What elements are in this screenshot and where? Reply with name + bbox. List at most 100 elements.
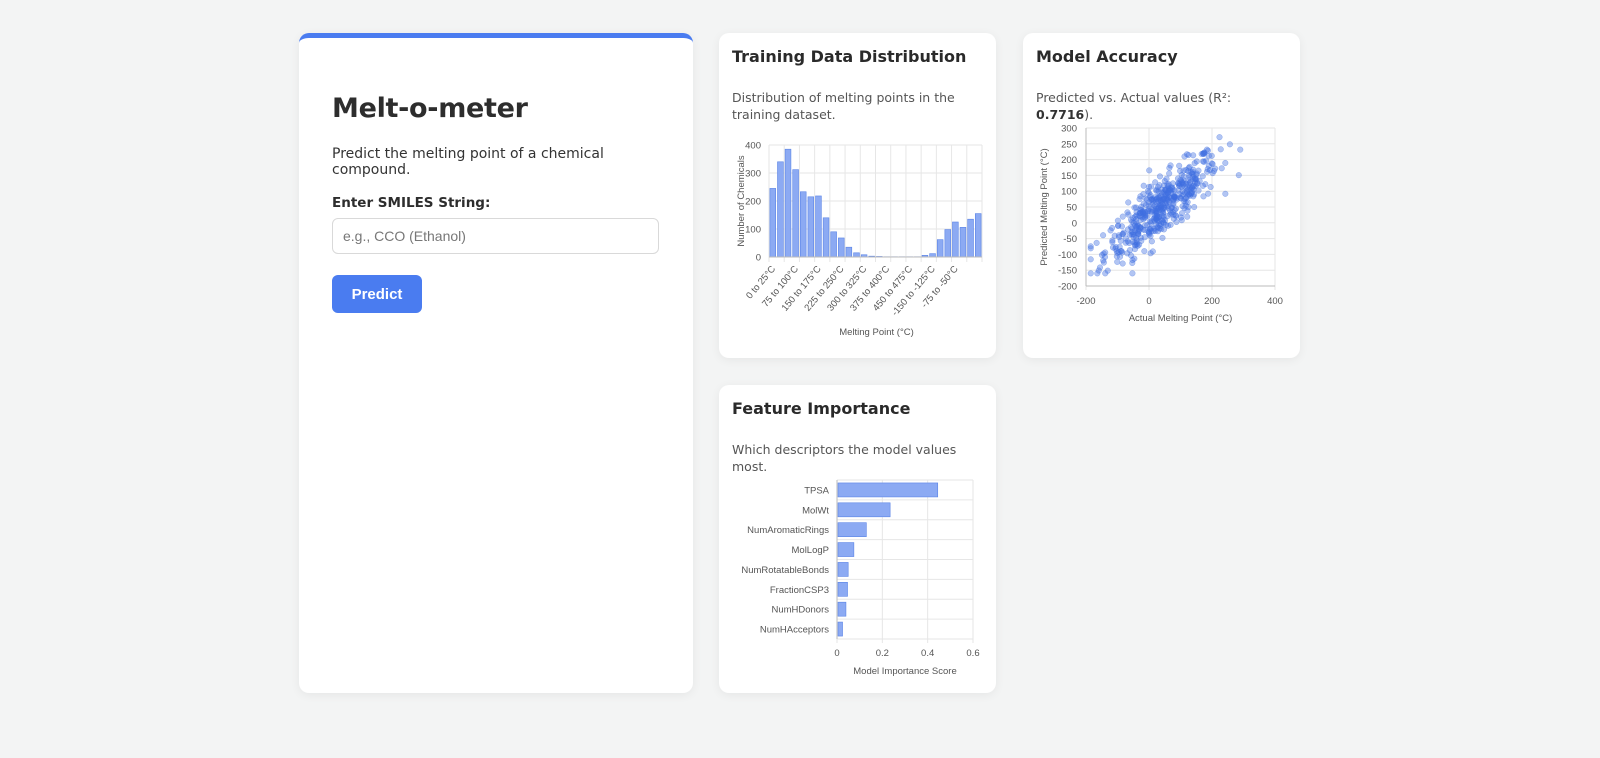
fi-bar: [837, 542, 855, 557]
scatter-y-axis-label: Predicted Melting Point (°C): [1039, 148, 1050, 265]
hist-bar: [944, 229, 951, 258]
fi-bar: [837, 582, 848, 597]
scatter-point: [1178, 214, 1185, 221]
scatter-point: [1133, 215, 1140, 223]
smiles-label: Enter SMILES String:: [332, 195, 491, 211]
hist-bar: [792, 169, 799, 258]
smiles-input[interactable]: [332, 218, 659, 254]
scatter-point: [1166, 170, 1173, 177]
predictor-card: Melt-o-meter Predict the melting point o…: [299, 33, 693, 693]
fi-bar: [837, 562, 849, 577]
scatter-point: [1126, 247, 1133, 254]
hist-bar: [769, 188, 777, 258]
scatter-x-tick-label: 0: [1146, 296, 1151, 307]
fi-category-label: NumHAcceptors: [760, 625, 829, 636]
scatter-point: [1113, 253, 1120, 260]
scatter-point: [1093, 239, 1100, 246]
scatter-point: [1134, 242, 1141, 249]
scatter-point: [1164, 181, 1171, 188]
scatter-point: [1186, 179, 1193, 186]
scatter-point: [1191, 160, 1198, 167]
fi-category-label: FractionCSP3: [770, 585, 829, 596]
fi-category-label: TPSA: [804, 485, 829, 496]
scatter-point: [1211, 167, 1218, 174]
scatter-point: [1114, 258, 1121, 265]
scatter-y-tick-label: -100: [1058, 250, 1077, 261]
histogram-chart: 01002003004000 to 25°C75 to 100°C150 to …: [736, 141, 983, 338]
hist-bar: [838, 237, 845, 258]
scatter-point: [1200, 193, 1207, 200]
scatter-x-axis-label: Actual Melting Point (°C): [1129, 313, 1233, 324]
scatter-point: [1222, 159, 1229, 167]
scatter-point: [1148, 238, 1155, 245]
scatter-point: [1235, 172, 1242, 179]
scatter-point: [1184, 213, 1191, 220]
scatter-y-tick-label: -200: [1058, 282, 1077, 293]
scatter-point: [1184, 207, 1191, 214]
scatter-point: [1146, 230, 1153, 237]
fi-bar: [837, 502, 891, 518]
scatter-point: [1167, 162, 1174, 169]
fi-category-label: MolWt: [802, 505, 829, 516]
scatter-point: [1184, 199, 1191, 206]
scatter-y-tick-label: -150: [1058, 266, 1077, 277]
scatter-point: [1109, 237, 1116, 244]
fi-category-label: NumAromaticRings: [747, 525, 829, 536]
scatter-y-tick-label: 0: [1072, 218, 1077, 229]
scatter-point: [1141, 248, 1148, 255]
scatter-point: [1154, 228, 1161, 235]
scatter-point: [1162, 186, 1169, 193]
scatter-y-tick-label: 300: [1061, 124, 1077, 135]
fi-category-label: NumHDonors: [771, 605, 829, 616]
scatter-y-tick-label: 50: [1066, 203, 1077, 214]
fi-x-axis-label: Model Importance Score: [853, 666, 957, 677]
scatter-point: [1222, 190, 1229, 197]
hist-y-tick-label: 0: [756, 253, 761, 264]
scatter-point: [1132, 227, 1139, 234]
scatter-point: [1151, 217, 1158, 224]
hist-bar: [952, 221, 959, 258]
scatter-y-tick-label: 150: [1061, 171, 1077, 182]
scatter-point: [1100, 259, 1107, 266]
scatter-point: [1137, 209, 1144, 216]
app-title: Melt-o-meter: [332, 93, 528, 124]
scatter-point: [1180, 167, 1187, 174]
scatter-point: [1087, 270, 1094, 277]
scatter-chart: -200 -150 -100 -50 0 50 100 150 200 250 300 -200 0 20…: [1039, 124, 1283, 325]
scatter-point: [1208, 152, 1215, 159]
scatter-point: [1137, 225, 1144, 232]
scatter-x-tick-label: -200: [1076, 296, 1095, 307]
scatter-point: [1156, 173, 1164, 180]
scatter-point: [1163, 175, 1170, 182]
scatter-point: [1127, 252, 1135, 259]
hist-bar: [929, 253, 936, 258]
hist-bar: [974, 213, 982, 258]
scatter-point: [1209, 160, 1216, 167]
scatter-point: [1145, 183, 1153, 190]
hist-bar: [853, 252, 860, 258]
fi-x-tick-label: 0.2: [876, 648, 889, 659]
scatter-point: [1185, 164, 1192, 171]
scatter-point: [1203, 157, 1210, 164]
model-accuracy-card: Model Accuracy Predicted vs. Actual valu…: [1023, 33, 1300, 358]
predict-button[interactable]: Predict: [332, 275, 422, 313]
scatter-point: [1100, 232, 1107, 239]
fi-bar: [837, 621, 843, 637]
scatter-point: [1177, 194, 1184, 201]
scatter-point: [1120, 229, 1127, 236]
scatter-point: [1217, 146, 1224, 153]
scatter-point: [1141, 214, 1149, 221]
scatter-point: [1094, 270, 1101, 277]
scatter-point: [1193, 170, 1200, 177]
scatter-y-tick-label: 100: [1061, 187, 1077, 198]
hist-bar: [800, 191, 807, 258]
fi-x-tick-label: 0: [834, 648, 839, 659]
scatter-point: [1226, 141, 1233, 148]
scatter-point: [1159, 234, 1166, 241]
scatter-point: [1204, 166, 1211, 173]
scatter-point: [1087, 245, 1094, 252]
scatter-y-tick-label: 250: [1061, 139, 1077, 150]
scatter-point: [1149, 195, 1156, 202]
scatter-point: [1159, 196, 1166, 203]
hist-bar: [822, 217, 830, 258]
